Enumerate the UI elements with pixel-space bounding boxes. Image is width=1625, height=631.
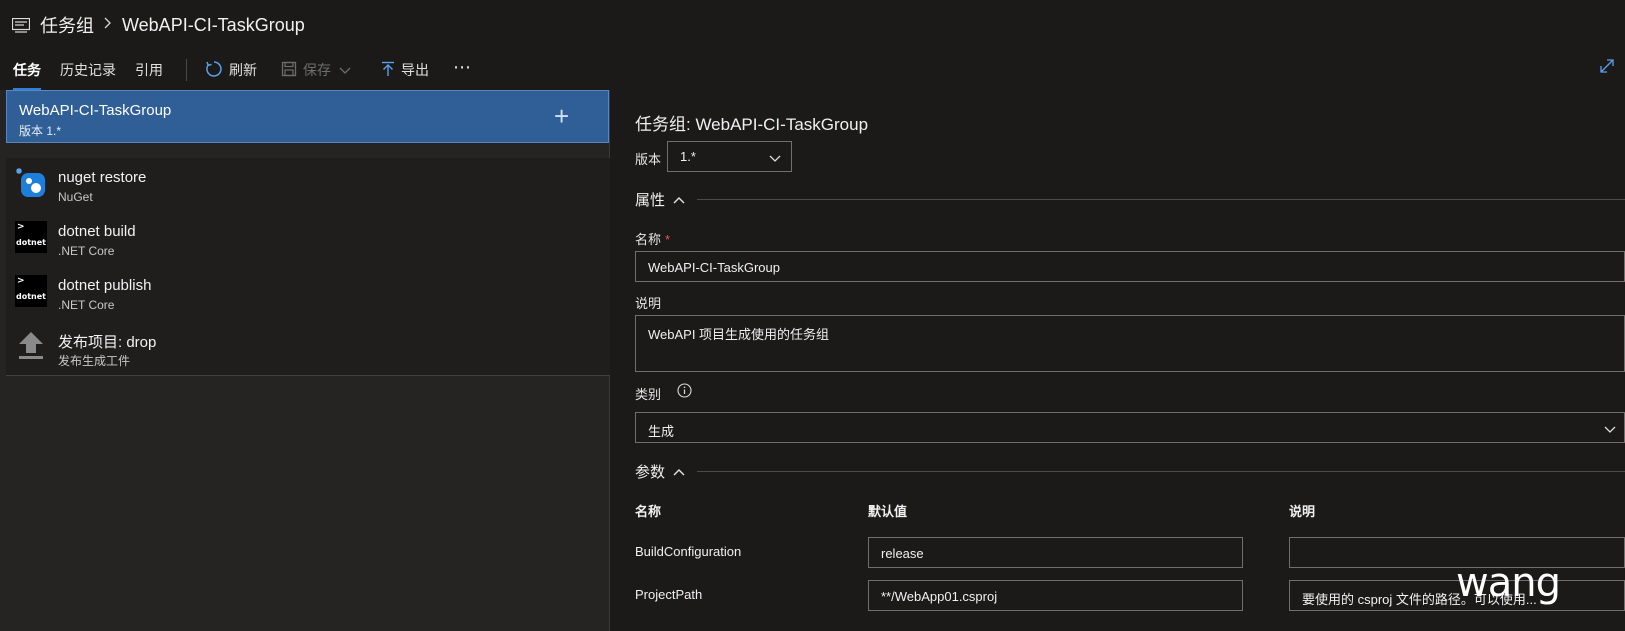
parameters-label: 参数: [635, 464, 666, 481]
tab-tasks[interactable]: 任务: [13, 50, 41, 90]
chevron-up-icon: [673, 463, 685, 480]
task-group-icon: [11, 17, 31, 33]
chevron-right-icon: [104, 16, 112, 34]
section-divider: [697, 471, 1625, 472]
param-default-input[interactable]: **/WebApp01.csproj: [868, 580, 1243, 611]
header-bar: 任务组 WebAPI-CI-TaskGroup: [0, 0, 1625, 50]
task-group-name: WebAPI-CI-TaskGroup: [19, 102, 172, 119]
dotnet-icon: > dotnet: [15, 221, 47, 253]
export-icon: [381, 61, 401, 80]
task-group-header[interactable]: WebAPI-CI-TaskGroup 版本 1.* +: [6, 90, 609, 143]
expand-icon[interactable]: [1599, 58, 1615, 77]
nuget-icon: [15, 167, 47, 199]
toolbar: 任务 历史记录 引用 刷新 保存 导出 ⋯: [0, 50, 1625, 90]
param-name: ProjectPath: [635, 587, 703, 602]
breadcrumb-title: WebAPI-CI-TaskGroup: [122, 14, 305, 35]
export-button[interactable]: 导出: [381, 60, 429, 80]
watermark-text: wang: [1456, 560, 1561, 606]
chevron-up-icon: [673, 191, 685, 208]
properties-label: 属性: [635, 192, 666, 209]
description-label: 说明: [635, 296, 662, 311]
description-field[interactable]: WebAPI 项目生成使用的任务组: [635, 315, 1625, 372]
task-name: dotnet publish: [58, 277, 152, 294]
param-default-input[interactable]: release: [868, 537, 1243, 568]
info-icon[interactable]: [677, 383, 692, 401]
task-subtitle: NuGet: [58, 190, 93, 204]
properties-section-toggle[interactable]: 属性: [635, 189, 685, 210]
export-label: 导出: [401, 62, 429, 78]
task-group-details: 任务组: WebAPI-CI-TaskGroup 版本 1.* 属性 名称 * W…: [611, 90, 1625, 631]
tab-references[interactable]: 引用: [135, 50, 163, 90]
section-divider: [697, 199, 1625, 200]
task-item-dotnet-build[interactable]: > dotnet dotnet build .NET Core: [6, 212, 610, 266]
task-item-nuget-restore[interactable]: nuget restore NuGet: [6, 158, 610, 212]
save-icon: [281, 61, 303, 80]
refresh-button[interactable]: 刷新: [205, 60, 257, 81]
category-select[interactable]: 生成: [635, 412, 1625, 443]
task-list-panel: WebAPI-CI-TaskGroup 版本 1.* + nuget resto…: [0, 90, 610, 631]
task-name: 发布项目: drop: [58, 334, 157, 351]
task-subtitle: .NET Core: [58, 244, 115, 258]
more-options-icon[interactable]: ⋯: [453, 57, 472, 78]
params-col-name: 名称: [635, 504, 662, 519]
toolbar-divider: [186, 59, 187, 81]
task-group-version: 版本 1.*: [19, 124, 62, 138]
chevron-down-icon: [769, 151, 781, 166]
version-select[interactable]: 1.*: [667, 141, 792, 172]
task-item-dotnet-publish[interactable]: > dotnet dotnet publish .NET Core: [6, 266, 610, 320]
task-subtitle: .NET Core: [58, 298, 115, 312]
param-name: BuildConfiguration: [635, 544, 742, 559]
details-title: 任务组: WebAPI-CI-TaskGroup: [635, 115, 869, 134]
task-list: nuget restore NuGet > dotnet dotnet build…: [6, 158, 610, 376]
name-field[interactable]: WebAPI-CI-TaskGroup: [635, 251, 1625, 282]
task-name: nuget restore: [58, 169, 147, 186]
version-value: 1.*: [680, 149, 696, 164]
refresh-label: 刷新: [229, 62, 257, 78]
version-label: 版本: [635, 152, 662, 167]
task-item-publish-drop[interactable]: 发布项目: drop 发布生成工件: [6, 320, 610, 374]
task-subtitle: 发布生成工件: [58, 354, 131, 368]
required-marker: *: [665, 232, 671, 247]
task-name: dotnet build: [58, 223, 136, 240]
chevron-down-icon: [339, 62, 357, 78]
params-col-description: 说明: [1289, 504, 1316, 519]
upload-icon: [15, 329, 47, 361]
chevron-down-icon: [1604, 422, 1616, 437]
add-task-button[interactable]: +: [554, 101, 569, 131]
name-label: 名称 *: [635, 232, 671, 247]
save-button[interactable]: 保存: [281, 60, 357, 80]
breadcrumb-root[interactable]: 任务组: [40, 12, 94, 38]
params-col-default: 默认值: [868, 504, 908, 519]
tab-history[interactable]: 历史记录: [60, 50, 116, 90]
category-label: 类别: [635, 387, 662, 402]
parameters-section-toggle[interactable]: 参数: [635, 461, 685, 482]
dotnet-icon: > dotnet: [15, 275, 47, 307]
save-label: 保存: [303, 62, 331, 78]
refresh-icon: [205, 60, 229, 81]
